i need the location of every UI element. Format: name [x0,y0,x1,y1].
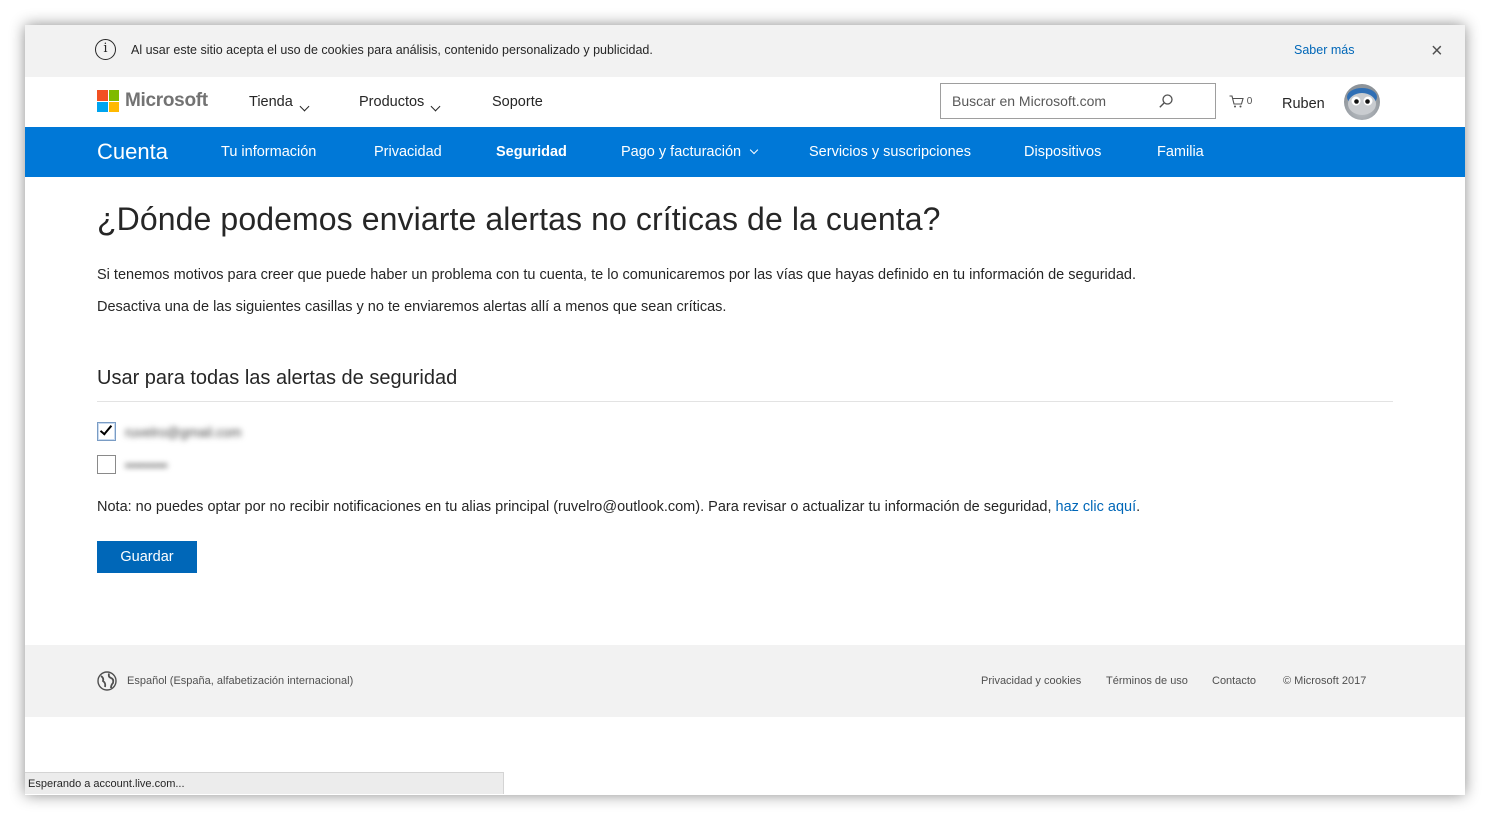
nav-soporte-label: Soporte [492,94,543,110]
copyright: © Microsoft 2017 [1283,675,1367,687]
note-body: Nota: no puedes optar por no recibir not… [97,499,1056,515]
search-input[interactable] [941,84,1151,118]
microsoft-logo-icon [97,90,119,112]
tab-dispositivos[interactable]: Dispositivos [1024,144,1101,160]
tab-pago-facturacion-label: Pago y facturación [621,144,742,160]
divider [97,401,1393,402]
footer-link-privacy[interactable]: Privacidad y cookies [981,675,1081,687]
account-brand[interactable]: Cuenta [97,139,168,165]
cookie-banner: i Al usar este sitio acepta el uso de co… [25,25,1465,77]
tab-servicios-suscripciones[interactable]: Servicios y suscripciones [809,144,971,160]
tab-familia[interactable]: Familia [1157,144,1204,160]
site-header: Microsoft Tienda Productos Soporte 0 [25,77,1465,127]
browser-status-bar: Esperando a account.live.com... [25,772,504,794]
phone-alert-label: ••••••••• [125,458,168,473]
note-text: Nota: no puedes optar por no recibir not… [97,499,1140,515]
cart-count: 0 [1246,96,1253,108]
logo-text: Microsoft [125,90,208,111]
chevron-down-icon [299,101,310,112]
nav-soporte[interactable]: Soporte [492,94,543,110]
microsoft-logo[interactable]: Microsoft [97,89,209,113]
language-selector[interactable]: Español (España, alfabetización internac… [127,675,353,687]
footer-link-terms[interactable]: Términos de uso [1106,675,1188,687]
section-title: Usar para todas las alertas de seguridad [97,367,458,389]
cookie-message: Al usar este sitio acepta el uso de cook… [131,43,653,57]
avatar-image [1347,88,1377,115]
info-icon: i [95,39,116,60]
tab-seguridad[interactable]: Seguridad [496,144,567,160]
footer-link-contact[interactable]: Contacto [1212,675,1256,687]
site-footer: Español (España, alfabetización internac… [25,645,1465,717]
chevron-down-icon [430,101,441,112]
chevron-down-icon [749,145,759,155]
save-button[interactable]: Guardar [97,541,197,573]
account-nav: Cuenta Tu información Privacidad Segurid… [25,127,1465,177]
email-alert-label: ruvelro@gmail.com [125,425,242,440]
security-info-link[interactable]: haz clic aquí [1056,499,1137,515]
search-icon[interactable] [1159,94,1173,108]
note-end: . [1136,499,1141,515]
search-box [940,83,1216,119]
tab-tu-informacion[interactable]: Tu información [221,144,316,160]
tab-privacidad[interactable]: Privacidad [374,144,442,160]
nav-tienda-label: Tienda [249,94,293,110]
instruction-paragraph: Desactiva una de las siguientes casillas… [97,299,727,315]
nav-productos-label: Productos [359,94,425,110]
intro-paragraph: Si tenemos motivos para creer que puede … [97,267,1136,283]
phone-alert-checkbox[interactable] [97,455,116,474]
globe-icon [97,671,117,691]
email-alert-checkbox[interactable] [97,422,116,441]
cart-button[interactable]: 0 [1229,95,1252,108]
tab-pago-facturacion[interactable]: Pago y facturación [621,144,759,160]
user-name[interactable]: Ruben [1282,96,1325,112]
checkmark-icon [99,422,113,436]
page-title: ¿Dónde podemos enviarte alertas no críti… [97,201,941,237]
avatar[interactable] [1344,84,1380,120]
browser-window: i Al usar este sitio acepta el uso de co… [25,25,1465,795]
close-icon[interactable]: × [1431,41,1443,61]
cart-icon [1229,95,1244,108]
cookie-more-link[interactable]: Saber más [1294,43,1354,57]
nav-productos[interactable]: Productos [359,94,441,112]
nav-tienda[interactable]: Tienda [249,94,310,112]
